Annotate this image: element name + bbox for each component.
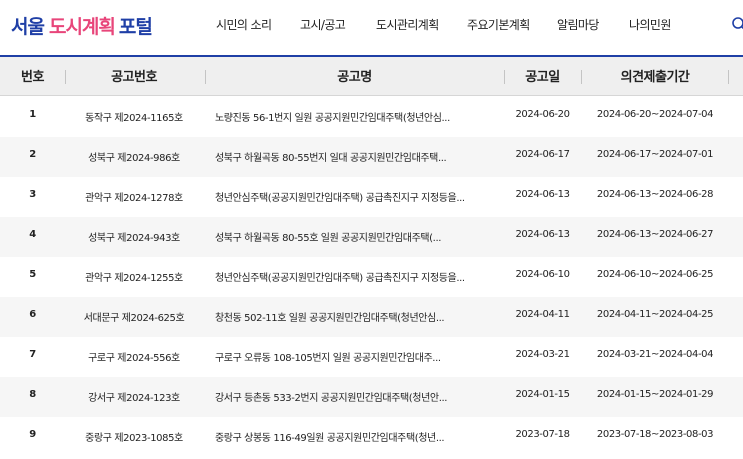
row-number: 8 <box>29 389 36 400</box>
table-header: 번호 공고번호 공고명 공고일 의견제출기간 <box>0 55 743 96</box>
row-notice-no: 관악구 제2024-1255호 <box>85 273 183 284</box>
table-row[interactable]: 8 강서구 제2024-123호 강서구 등촌동 533-2번지 공공지원민간임… <box>0 377 743 417</box>
row-period: 2023-07-18~2023-08-03 <box>596 429 714 440</box>
row-title-link[interactable]: 중랑구 상봉동 116-49일원 공공지원민간임대주택(청년... <box>215 429 501 444</box>
row-number: 7 <box>29 349 36 360</box>
nav-item-citizen-voice[interactable]: 시민의 소리 <box>216 16 272 33</box>
row-notice-no: 구로구 제2024-556호 <box>88 353 180 364</box>
row-number: 9 <box>29 429 36 440</box>
row-title-link[interactable]: 성북구 하월곡동 80-55번지 일대 공공지원민간임대주택... <box>215 149 501 164</box>
nav-item-announcements[interactable]: 알림마당 <box>557 16 599 33</box>
row-title-link[interactable]: 청년안심주택(공공지원민간임대주택) 공급촉진지구 지정등을... <box>215 189 501 204</box>
table-row[interactable]: 9 중랑구 제2023-1085호 중랑구 상봉동 116-49일원 공공지원민… <box>0 417 743 457</box>
nav-item-notices[interactable]: 고시/공고 <box>300 16 346 33</box>
row-notice-no: 서대문구 제2024-625호 <box>83 313 185 324</box>
row-date: 2024-06-10 <box>515 269 570 280</box>
row-number: 2 <box>29 149 36 160</box>
logo-part-seoul: 서울 <box>11 16 45 38</box>
row-date: 2024-06-20 <box>515 109 570 120</box>
row-date: 2023-07-18 <box>515 429 570 440</box>
row-title-link[interactable]: 강서구 등촌동 533-2번지 공공지원민간임대주택(청년안... <box>215 389 501 404</box>
row-date: 2024-03-21 <box>515 349 570 360</box>
row-date: 2024-04-11 <box>515 309 570 320</box>
site-header: 서울 도시계획 포털 시민의 소리 고시/공고 도시관리계획 주요기본계획 알림마당… <box>0 0 743 50</box>
row-title-link[interactable]: 노량진동 56-1번지 일원 공공지원민간임대주택(청년안심... <box>215 109 501 124</box>
column-divider <box>728 70 729 84</box>
row-period: 2024-04-11~2024-04-25 <box>596 309 714 320</box>
table-row[interactable]: 6 서대문구 제2024-625호 창천동 502-11호 일원 공공지원민간임… <box>0 297 743 337</box>
row-number: 3 <box>29 189 36 200</box>
table-row[interactable]: 5 관악구 제2024-1255호 청년안심주택(공공지원민간임대주택) 공급촉… <box>0 257 743 297</box>
row-notice-no: 성북구 제2024-986호 <box>88 153 180 164</box>
row-period: 2024-06-20~2024-07-04 <box>596 109 714 120</box>
row-date: 2024-06-13 <box>515 229 570 240</box>
table-row[interactable]: 2 성북구 제2024-986호 성북구 하월곡동 80-55번지 일대 공공지… <box>0 137 743 177</box>
row-date: 2024-06-13 <box>515 189 570 200</box>
row-period: 2024-06-17~2024-07-01 <box>596 149 714 160</box>
row-number: 6 <box>29 309 36 320</box>
row-date: 2024-01-15 <box>515 389 570 400</box>
row-title-link[interactable]: 구로구 오류동 108-105번지 일원 공공지원민간임대주... <box>215 349 501 364</box>
nav-item-master-plans[interactable]: 주요기본계획 <box>467 16 530 33</box>
nav-item-my-petitions[interactable]: 나의민원 <box>629 16 671 33</box>
row-period: 2024-06-13~2024-06-27 <box>596 229 714 240</box>
row-title-link[interactable]: 청년안심주택(공공지원민간임대주택) 공급촉진지구 지정등을... <box>215 269 501 284</box>
row-number: 1 <box>29 109 36 120</box>
row-date: 2024-06-17 <box>515 149 570 160</box>
nav-item-urban-management[interactable]: 도시관리계획 <box>376 16 439 33</box>
row-notice-no: 관악구 제2024-1278호 <box>85 193 183 204</box>
column-header-notice-no: 공고번호 <box>111 70 157 85</box>
row-notice-no: 성북구 제2024-943호 <box>88 233 180 244</box>
row-period: 2024-06-10~2024-06-25 <box>596 269 714 280</box>
table-row[interactable]: 1 동작구 제2024-1165호 노량진동 56-1번지 일원 공공지원민간임… <box>0 97 743 137</box>
search-icon[interactable] <box>729 15 743 35</box>
column-header-date: 공고일 <box>525 70 560 85</box>
row-title-link[interactable]: 성북구 하월곡동 80-55호 일원 공공지원민간임대주택(... <box>215 229 501 244</box>
row-notice-no: 동작구 제2024-1165호 <box>85 113 183 124</box>
column-header-title: 공고명 <box>337 70 372 85</box>
logo-part-portal: 포털 <box>118 16 153 38</box>
row-period: 2024-01-15~2024-01-29 <box>596 389 714 400</box>
row-number: 4 <box>29 229 36 240</box>
table-row[interactable]: 4 성북구 제2024-943호 성북구 하월곡동 80-55호 일원 공공지원… <box>0 217 743 257</box>
logo-part-urban-planning: 도시계획 <box>48 16 116 38</box>
row-period: 2024-06-13~2024-06-28 <box>596 189 714 200</box>
column-header-number: 번호 <box>21 70 44 85</box>
row-number: 5 <box>29 269 36 280</box>
row-notice-no: 강서구 제2024-123호 <box>88 393 180 404</box>
row-period: 2024-03-21~2024-04-04 <box>596 349 714 360</box>
table-row[interactable]: 7 구로구 제2024-556호 구로구 오류동 108-105번지 일원 공공… <box>0 337 743 377</box>
table-row[interactable]: 3 관악구 제2024-1278호 청년안심주택(공공지원민간임대주택) 공급촉… <box>0 177 743 217</box>
row-title-link[interactable]: 창천동 502-11호 일원 공공지원민간임대주택(청년안심... <box>215 309 501 324</box>
site-logo[interactable]: 서울 도시계획 포털 <box>11 12 153 39</box>
column-header-period: 의견제출기간 <box>620 70 690 85</box>
row-notice-no: 중랑구 제2023-1085호 <box>85 433 183 444</box>
